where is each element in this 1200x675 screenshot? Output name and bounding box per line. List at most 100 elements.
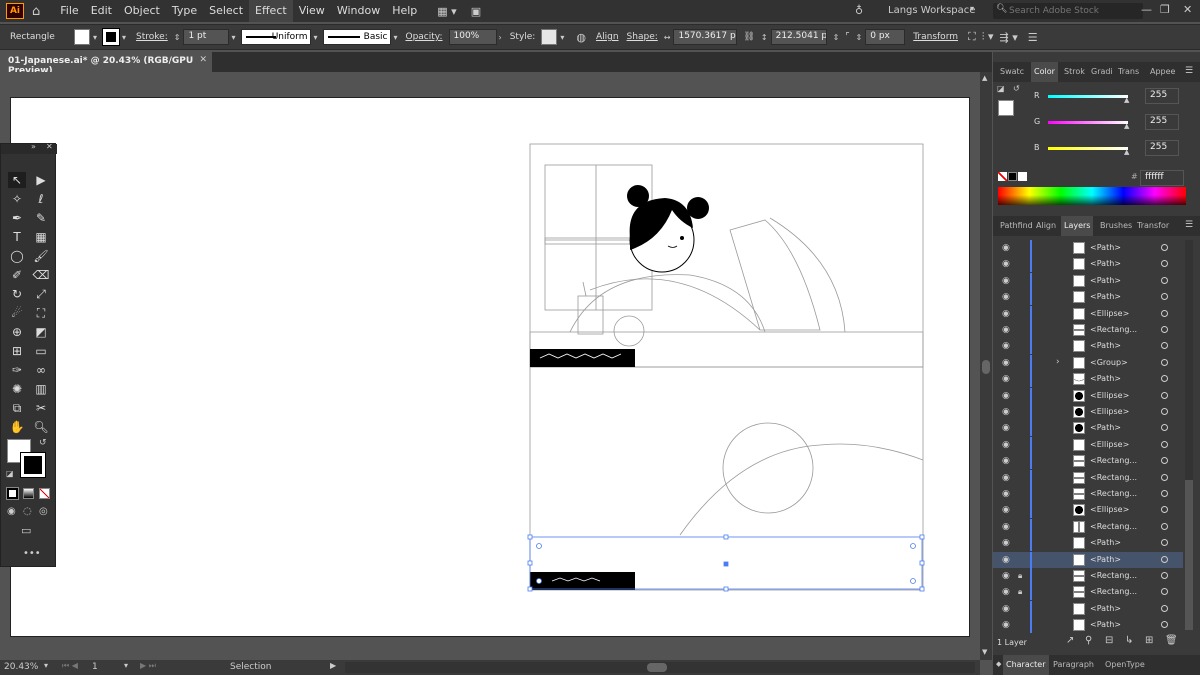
visibility-eye-icon[interactable]: ◉	[1002, 473, 1010, 483]
pen-tool-icon[interactable]: ✒	[8, 210, 26, 226]
next-artboard-icon[interactable]: ▶ ⏭	[140, 661, 156, 671]
layer-row[interactable]: ◉ <Ellipse>	[993, 502, 1183, 519]
target-circle-icon[interactable]	[1161, 375, 1168, 383]
panel-menu-icon[interactable]: ☰	[1185, 66, 1193, 76]
expand-panel-icon[interactable]: ◆	[996, 660, 1001, 668]
layer-row[interactable]: ◉ <Rectang...	[993, 453, 1183, 470]
close-icon[interactable]: ✕	[1183, 3, 1192, 16]
layer-row[interactable]: ◉ <Path>	[993, 535, 1183, 552]
gradient-tool-icon[interactable]: ▭	[32, 343, 50, 359]
minimize-icon[interactable]: —	[1141, 3, 1152, 16]
column-graph-tool-icon[interactable]: ▥	[32, 381, 50, 397]
none-mode-button[interactable]	[39, 488, 50, 499]
gradient-mode-button[interactable]	[23, 488, 34, 499]
layer-name[interactable]: <Path>	[1090, 259, 1121, 268]
clipping-mask-icon[interactable]: ⊟	[1105, 635, 1113, 646]
zoom-tool-icon[interactable]: 🔍︎	[32, 419, 50, 435]
visibility-eye-icon[interactable]: ◉	[1002, 489, 1010, 499]
layer-name[interactable]: <Rectang...	[1090, 587, 1137, 596]
warp-tool-icon[interactable]: ☄	[8, 305, 26, 321]
layer-name[interactable]: <Rectang...	[1090, 571, 1137, 580]
stroke-color-box[interactable]	[20, 452, 46, 478]
shaper-tool-icon[interactable]: ✐	[8, 267, 26, 283]
shape-builder-tool-icon[interactable]: ⊕	[8, 324, 26, 340]
visibility-eye-icon[interactable]: ◉	[1002, 440, 1010, 450]
target-circle-icon[interactable]	[1161, 604, 1168, 612]
target-circle-icon[interactable]	[1161, 588, 1168, 596]
layer-row[interactable]: ◉ 🔒︎ <Rectang...	[993, 584, 1183, 601]
layer-row[interactable]: ◉ <Rectang...	[993, 322, 1183, 338]
default-colors-icon[interactable]: ◪	[6, 469, 14, 478]
visibility-eye-icon[interactable]: ◉	[1002, 620, 1010, 630]
visibility-eye-icon[interactable]: ◉	[1002, 505, 1010, 515]
visibility-eye-icon[interactable]: ◉	[1002, 391, 1010, 401]
new-layer-icon[interactable]: ⊞	[1145, 635, 1153, 646]
panel-menu-icon[interactable]: ☰	[1185, 220, 1193, 230]
red-value-field[interactable]: 255	[1145, 88, 1179, 104]
layer-row[interactable]: ◉ <Path>	[993, 371, 1183, 388]
tools-panel-header[interactable]: » ✕	[1, 142, 57, 154]
visibility-eye-icon[interactable]: ◉	[1002, 243, 1010, 253]
direct-selection-tool-icon[interactable]: ▶	[32, 172, 50, 188]
visibility-eye-icon[interactable]: ◉	[1002, 309, 1010, 319]
visibility-eye-icon[interactable]: ◉	[1002, 276, 1010, 286]
target-circle-icon[interactable]	[1161, 473, 1168, 481]
target-circle-icon[interactable]	[1161, 309, 1168, 317]
layer-name[interactable]: <Path>	[1090, 374, 1121, 383]
layer-name[interactable]: <Path>	[1090, 243, 1121, 252]
scroll-up-icon[interactable]: ▲	[982, 74, 987, 82]
layers-list[interactable]: ◉ <Path> ◉ <Path> ◉ <Path> ◉ <Path> ◉ <Ellipse> ◉ <…	[993, 240, 1200, 634]
visibility-eye-icon[interactable]: ◉	[1002, 571, 1010, 581]
layer-row[interactable]: ◉ <Path>	[993, 551, 1183, 568]
type-tool-icon[interactable]: T	[8, 229, 26, 245]
layer-name[interactable]: <Rectang...	[1090, 456, 1137, 465]
target-circle-icon[interactable]	[1161, 276, 1168, 284]
layer-row[interactable]: ◉ <Path>	[993, 617, 1183, 634]
swap-colors-icon[interactable]: ↺	[39, 438, 47, 448]
tab-opentype[interactable]: OpenType	[1105, 655, 1145, 675]
layer-row[interactable]: ◉ › <Group>	[993, 354, 1183, 371]
export-icon[interactable]: ↗	[1066, 635, 1074, 646]
scale-tool-icon[interactable]: ⤢	[32, 286, 50, 302]
visibility-eye-icon[interactable]: ◉	[1002, 522, 1010, 532]
color-spectrum[interactable]	[998, 187, 1186, 205]
color-tab-gradi[interactable]: Gradi	[1091, 62, 1113, 82]
layer-row[interactable]: ◉ <Path>	[993, 420, 1183, 437]
visibility-eye-icon[interactable]: ◉	[1002, 555, 1010, 565]
chevron-down-icon[interactable]: ▾	[44, 661, 48, 670]
collapse-icon[interactable]: »	[31, 142, 36, 151]
artboard-tool-icon[interactable]: ⧉	[8, 400, 26, 416]
layer-row[interactable]: ◉ <Rectang...	[993, 518, 1183, 535]
screen-mode-icon[interactable]: ▭	[21, 524, 31, 537]
layer-name[interactable]: <Rectang...	[1090, 522, 1137, 531]
layer-row[interactable]: ◉ <Ellipse>	[993, 387, 1183, 404]
restore-icon[interactable]: ❐	[1160, 3, 1170, 16]
artboard-number[interactable]: 1	[92, 662, 98, 672]
draw-inside-icon[interactable]: ◎	[39, 506, 48, 517]
target-circle-icon[interactable]	[1161, 555, 1168, 563]
target-circle-icon[interactable]	[1161, 358, 1168, 366]
white-swatch[interactable]	[1018, 172, 1027, 181]
color-tab-strok[interactable]: Strok	[1064, 62, 1085, 82]
eraser-tool-icon[interactable]: ⌫	[32, 267, 50, 283]
layer-name[interactable]: <Path>	[1090, 555, 1121, 564]
zoom-level[interactable]: 20.43%	[4, 662, 38, 672]
selection-tool-icon[interactable]: ↖	[8, 172, 26, 188]
green-value-field[interactable]: 255	[1145, 114, 1179, 130]
stock-search[interactable]: 🔍︎	[993, 3, 1143, 19]
target-circle-icon[interactable]	[1161, 391, 1168, 399]
target-circle-icon[interactable]	[1161, 539, 1168, 547]
scroll-thumb[interactable]	[982, 360, 990, 374]
default-colors-icon[interactable]: ◪	[997, 84, 1005, 93]
visibility-eye-icon[interactable]: ◉	[1002, 407, 1010, 417]
green-slider-handle[interactable]: ▲	[1124, 122, 1129, 130]
layer-name[interactable]: <Ellipse>	[1090, 391, 1129, 400]
layer-name[interactable]: <Rectang...	[1090, 473, 1137, 482]
color-tab-trans[interactable]: Trans	[1118, 62, 1139, 82]
layer-row[interactable]: ◉ <Ellipse>	[993, 305, 1183, 322]
blue-slider-handle[interactable]: ▲	[1124, 148, 1129, 156]
layers-scroll-thumb[interactable]	[1185, 480, 1193, 630]
target-circle-icon[interactable]	[1161, 522, 1168, 530]
align-options-icon[interactable]: ⫶ ▾	[982, 30, 994, 44]
more-tools-icon[interactable]: •••	[23, 548, 41, 559]
